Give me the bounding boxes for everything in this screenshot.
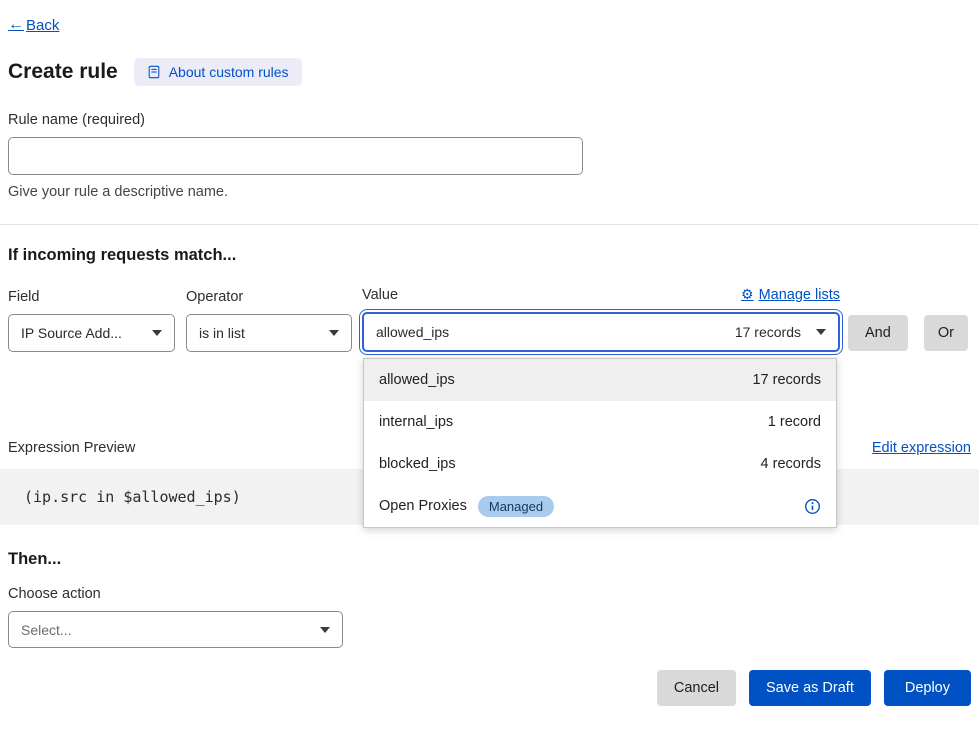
operator-column: Operator is in list [186, 289, 352, 352]
and-button[interactable]: And [848, 315, 908, 351]
value-select-value: allowed_ips [376, 324, 449, 340]
match-heading: If incoming requests match... [8, 246, 971, 265]
value-select[interactable]: allowed_ips 17 records [362, 312, 840, 352]
list-records: 1 record [768, 414, 821, 430]
cancel-button[interactable]: Cancel [657, 670, 736, 706]
gear-icon: ⚙ [741, 286, 754, 303]
operator-select-value: is in list [199, 325, 245, 341]
field-column: Field IP Source Add... [8, 289, 175, 352]
rule-name-group: Rule name (required) Give your rule a de… [8, 112, 971, 200]
manage-lists-link[interactable]: ⚙ Manage lists [741, 286, 840, 303]
field-select-value: IP Source Add... [21, 325, 122, 341]
value-records: 17 records [735, 324, 801, 340]
chevron-down-icon [329, 330, 339, 336]
value-label: Value [362, 287, 398, 303]
about-custom-rules-link[interactable]: About custom rules [134, 58, 302, 86]
dropdown-item-blocked-ips[interactable]: blocked_ips 4 records [364, 443, 836, 485]
field-select[interactable]: IP Source Add... [8, 314, 175, 352]
action-select-placeholder: Select... [21, 622, 72, 638]
rule-name-input[interactable] [8, 137, 583, 175]
value-column: Value ⚙ Manage lists allowed_ips 17 reco… [362, 286, 840, 352]
dropdown-item-open-proxies[interactable]: Open Proxies Managed [364, 485, 836, 527]
page-title: Create rule [8, 60, 118, 84]
title-row: Create rule About custom rules [8, 58, 971, 86]
book-icon [147, 65, 161, 79]
deploy-button[interactable]: Deploy [884, 670, 971, 706]
rule-name-label: Rule name (required) [8, 112, 971, 128]
list-name: allowed_ips [379, 372, 455, 388]
chevron-down-icon [152, 330, 162, 336]
action-select[interactable]: Select... [8, 611, 343, 648]
list-name: internal_ips [379, 414, 453, 430]
list-records: 4 records [761, 456, 821, 472]
back-label: Back [26, 17, 59, 34]
choose-action-label: Choose action [8, 586, 971, 602]
manage-lists-label: Manage lists [759, 287, 840, 303]
operator-select[interactable]: is in list [186, 314, 352, 352]
info-icon[interactable] [804, 498, 821, 515]
section-divider [0, 224, 979, 225]
create-rule-page: ←Back Create rule About custom rules Rul… [0, 0, 979, 706]
lists-dropdown: allowed_ips 17 records internal_ips 1 re… [363, 358, 837, 528]
list-name: blocked_ips [379, 456, 456, 472]
edit-expression-link[interactable]: Edit expression [872, 440, 971, 456]
about-custom-rules-label: About custom rules [169, 64, 289, 80]
rule-name-help: Give your rule a descriptive name. [8, 184, 971, 200]
back-arrow-icon: ← [8, 17, 24, 33]
dropdown-item-internal-ips[interactable]: internal_ips 1 record [364, 401, 836, 443]
list-name: Open Proxies [379, 498, 467, 514]
field-label: Field [8, 289, 39, 305]
match-controls: Field IP Source Add... Operator is in li… [8, 286, 971, 352]
expression-preview-label: Expression Preview [8, 440, 135, 456]
operator-label: Operator [186, 289, 243, 305]
chevron-down-icon [320, 627, 330, 633]
footer-actions: Cancel Save as Draft Deploy [8, 670, 971, 706]
dropdown-item-allowed-ips[interactable]: allowed_ips 17 records [364, 359, 836, 401]
then-heading: Then... [8, 550, 971, 569]
managed-badge: Managed [478, 496, 554, 517]
back-link[interactable]: ←Back [8, 17, 59, 34]
save-draft-button[interactable]: Save as Draft [749, 670, 871, 706]
or-button[interactable]: Or [924, 315, 968, 351]
list-records: 17 records [752, 372, 821, 388]
condition-buttons: And Or [848, 315, 968, 352]
chevron-down-icon [816, 329, 826, 335]
